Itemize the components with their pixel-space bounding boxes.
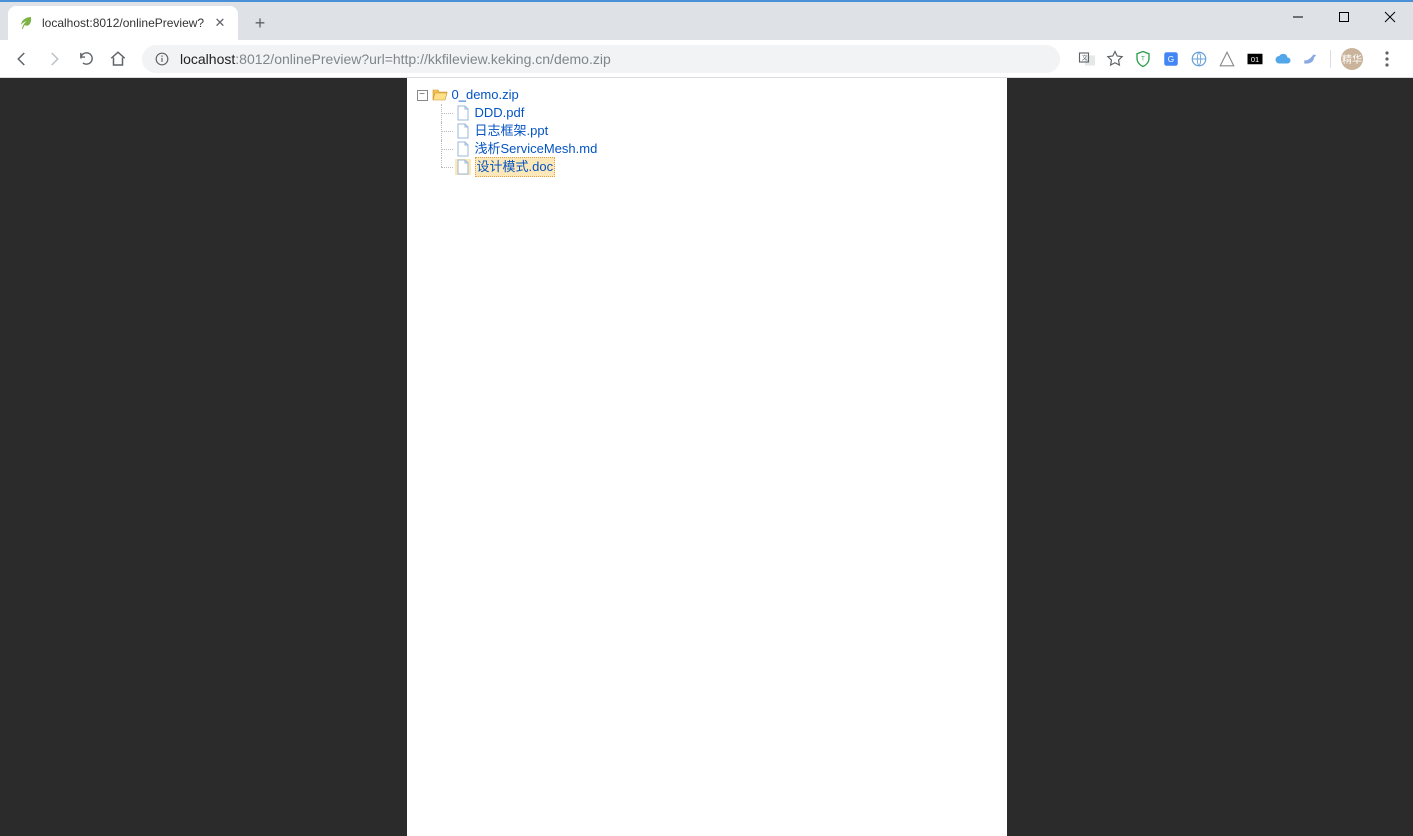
extensions-area: 文 T G 01 精华 [1070, 45, 1405, 73]
extension-01-icon[interactable]: 01 [1246, 50, 1264, 68]
tree-file-label[interactable]: 设计模式.doc [475, 157, 556, 177]
maximize-button[interactable] [1321, 2, 1367, 32]
svg-text:文: 文 [1082, 53, 1088, 61]
extension-translate-icon[interactable]: G [1162, 50, 1180, 68]
divider [1330, 50, 1331, 68]
translate-icon[interactable]: 文 [1078, 50, 1096, 68]
extension-a-icon[interactable] [1218, 50, 1236, 68]
folder-open-icon [432, 87, 448, 103]
profile-avatar[interactable]: 精华 [1341, 48, 1363, 70]
file-tree: − 0_demo.zip DDD.pdf 日志框架.ppt [417, 86, 997, 176]
tree-file-label[interactable]: DDD.pdf [475, 104, 525, 122]
browser-globe-icon[interactable] [1190, 50, 1208, 68]
tree-file-label[interactable]: 日志框架.ppt [475, 122, 549, 140]
svg-text:01: 01 [1251, 55, 1259, 64]
tree-root-label[interactable]: 0_demo.zip [452, 86, 519, 104]
shield-icon[interactable]: T [1134, 50, 1152, 68]
minimize-button[interactable] [1275, 2, 1321, 32]
browser-tab-active[interactable]: localhost:8012/onlinePreview? ✕ [8, 6, 238, 40]
file-icon [455, 123, 471, 139]
tree-children: DDD.pdf 日志框架.ppt 浅析ServiceMesh.md [417, 104, 997, 176]
home-button[interactable] [104, 45, 132, 73]
file-icon [455, 159, 471, 175]
tree-file-node[interactable]: DDD.pdf [437, 104, 997, 122]
collapse-icon[interactable]: − [417, 90, 428, 101]
page-content: − 0_demo.zip DDD.pdf 日志框架.ppt [407, 78, 1007, 836]
star-icon[interactable] [1106, 50, 1124, 68]
file-icon [455, 105, 471, 121]
bird-icon[interactable] [1302, 50, 1320, 68]
tree-file-node[interactable]: 浅析ServiceMesh.md [437, 140, 997, 158]
kebab-menu-icon[interactable] [1373, 45, 1401, 73]
new-tab-button[interactable]: + [246, 9, 274, 37]
tab-title: localhost:8012/onlinePreview? [42, 16, 212, 30]
cloud-icon[interactable] [1274, 50, 1292, 68]
address-bar[interactable]: localhost:8012/onlinePreview?url=http://… [142, 45, 1060, 73]
page-viewport: − 0_demo.zip DDD.pdf 日志框架.ppt [0, 78, 1413, 836]
tree-file-node[interactable]: 日志框架.ppt [437, 122, 997, 140]
svg-text:G: G [1168, 55, 1174, 64]
browser-toolbar: localhost:8012/onlinePreview?url=http://… [0, 40, 1413, 78]
leaf-icon [18, 15, 34, 31]
reload-button[interactable] [72, 45, 100, 73]
svg-text:T: T [1141, 56, 1145, 62]
url-text: localhost:8012/onlinePreview?url=http://… [180, 51, 611, 67]
tree-file-node-selected[interactable]: 设计模式.doc [437, 158, 997, 176]
tree-file-label[interactable]: 浅析ServiceMesh.md [475, 140, 598, 158]
tree-root-node[interactable]: − 0_demo.zip [417, 86, 997, 104]
close-window-button[interactable] [1367, 2, 1413, 32]
window-controls [1275, 2, 1413, 32]
forward-button[interactable] [40, 45, 68, 73]
back-button[interactable] [8, 45, 36, 73]
close-icon[interactable]: ✕ [212, 15, 228, 31]
file-icon [455, 141, 471, 157]
site-info-icon[interactable] [154, 51, 170, 67]
browser-tabstrip: localhost:8012/onlinePreview? ✕ + [0, 2, 1413, 40]
